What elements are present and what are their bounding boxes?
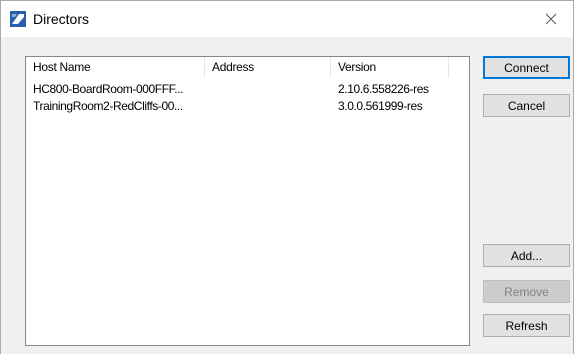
cancel-button[interactable]: Cancel: [483, 94, 570, 117]
list-header: Host Name Address Version: [26, 57, 469, 78]
row-version: 3.0.0.561999-res: [338, 99, 423, 113]
window-title: Directors: [33, 11, 90, 27]
remove-button: Remove: [483, 280, 570, 303]
row-version: 2.10.6.558226-res: [338, 82, 429, 96]
column-header-address[interactable]: Address: [205, 57, 331, 78]
add-button[interactable]: Add...: [483, 244, 570, 267]
row-host-name: TrainingRoom2-RedCliffs-00...: [33, 99, 183, 113]
title-bar[interactable]: Directors: [1, 1, 573, 37]
dialog-body: Host Name Address Version HC800-BoardRoo…: [1, 37, 573, 354]
connect-button[interactable]: Connect: [483, 56, 570, 79]
close-button[interactable]: [529, 1, 573, 37]
directors-dialog: Directors Host Name Address Version HC80…: [0, 0, 574, 354]
directors-list[interactable]: Host Name Address Version HC800-BoardRoo…: [25, 56, 470, 346]
row-host-name: HC800-BoardRoom-000FFF...: [33, 82, 184, 96]
row-address: [205, 98, 331, 115]
close-icon: [545, 13, 557, 25]
column-header-version[interactable]: Version: [331, 57, 449, 78]
list-row[interactable]: TrainingRoom2-RedCliffs-00... 3.0.0.5619…: [26, 98, 469, 115]
column-header-filler: [449, 57, 469, 78]
row-address: [205, 81, 331, 98]
refresh-button[interactable]: Refresh: [483, 314, 570, 337]
director-app-icon: [10, 11, 26, 27]
list-row[interactable]: HC800-BoardRoom-000FFF... 2.10.6.558226-…: [26, 81, 469, 98]
column-header-host-name[interactable]: Host Name: [26, 57, 205, 78]
